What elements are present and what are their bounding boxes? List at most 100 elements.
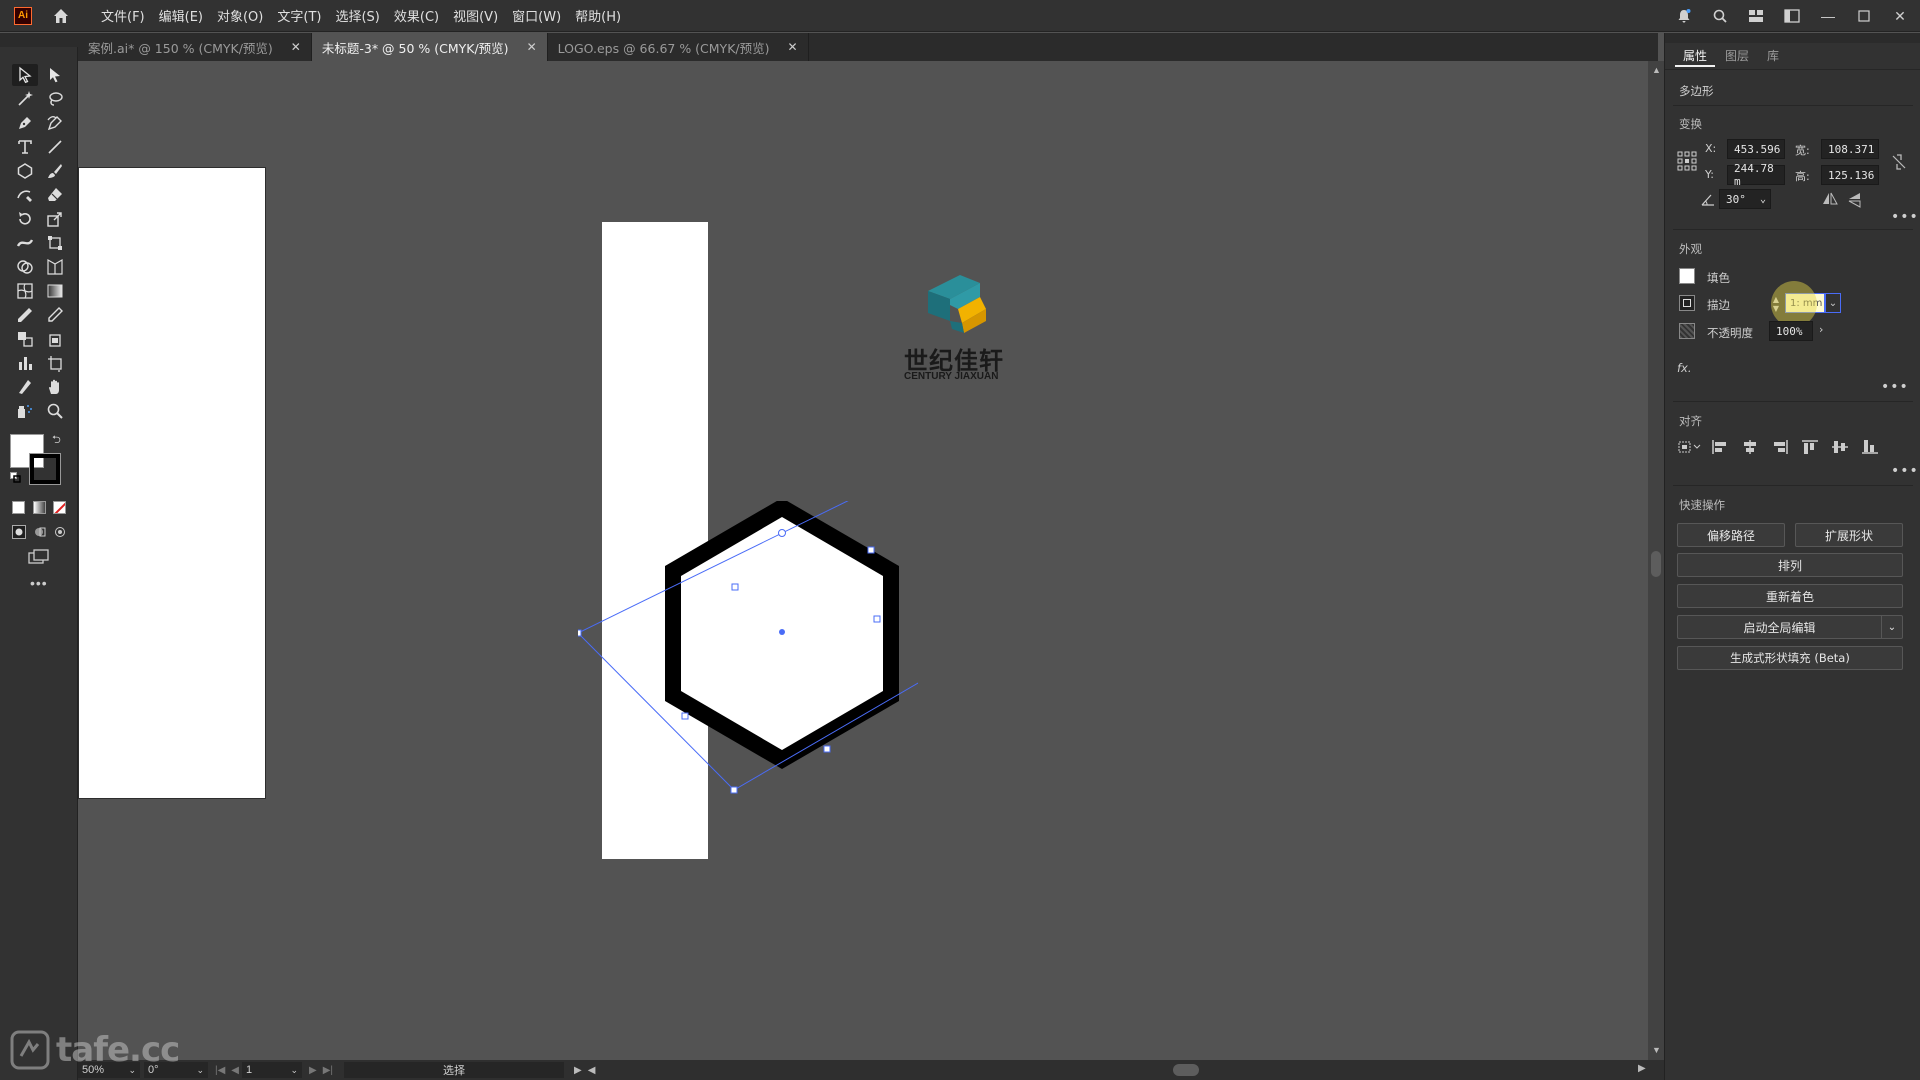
pen-tool-icon[interactable] — [12, 112, 38, 134]
symbol-sprayer-tool-icon[interactable] — [12, 400, 38, 422]
magic-wand-tool-icon[interactable] — [12, 88, 38, 110]
transform-more-icon[interactable]: ••• — [1891, 209, 1919, 225]
tab-logo-eps[interactable]: LOGO.eps @ 66.67 % (CMYK/预览) ✕ — [548, 33, 809, 61]
tab-close-icon[interactable]: ✕ — [787, 40, 797, 54]
rotation-angle-field[interactable]: 30° ⌄ — [1719, 189, 1771, 209]
column-graph-tool-icon[interactable] — [12, 352, 38, 374]
align-horizontal-center-icon[interactable] — [1741, 439, 1759, 455]
reference-point-icon[interactable] — [1677, 151, 1697, 171]
last-artboard-icon[interactable]: ▶| — [323, 1065, 333, 1076]
scale-tool-icon[interactable] — [42, 208, 68, 230]
scroll-right-icon[interactable]: ▶ — [1638, 1063, 1646, 1074]
shaper-tool-icon[interactable] — [12, 184, 38, 206]
height-field[interactable]: 125.136 — [1821, 165, 1879, 185]
recolor-button[interactable]: 重新着色 — [1677, 584, 1903, 608]
tab-case-ai[interactable]: 案例.ai* @ 150 % (CMYK/预览) ✕ — [78, 33, 312, 61]
y-field[interactable]: 244.78 m — [1727, 162, 1785, 188]
vertical-scrollbar[interactable]: ▲ ▼ — [1648, 61, 1664, 1060]
eyedropper-tool-icon[interactable] — [12, 304, 38, 326]
tab-libraries[interactable]: 库 — [1759, 45, 1787, 67]
zoom-tool-icon[interactable] — [42, 400, 68, 422]
toolbar-grip[interactable] — [0, 33, 78, 47]
tool-status[interactable]: 选择 — [344, 1062, 564, 1078]
width-field[interactable]: 108.371 — [1821, 139, 1879, 159]
first-artboard-icon[interactable]: |◀ — [215, 1065, 225, 1076]
scroll-up-icon[interactable]: ▲ — [1652, 65, 1661, 75]
align-right-icon[interactable] — [1771, 439, 1789, 455]
shape-builder-tool-icon[interactable] — [12, 256, 38, 278]
artboard-tool-icon[interactable] — [42, 352, 68, 374]
screen-mode-icon[interactable] — [28, 549, 50, 565]
maximize-icon[interactable] — [1854, 6, 1874, 26]
scroll-down-icon[interactable]: ▼ — [1652, 1045, 1661, 1055]
gradient-tool-icon[interactable] — [42, 280, 68, 302]
align-to-selection-icon[interactable] — [1677, 439, 1703, 455]
fill-color-swatch[interactable] — [1679, 268, 1695, 284]
global-edit-button[interactable]: 启动全局编辑 — [1677, 615, 1881, 639]
scroll-left-icon[interactable]: ◀ — [588, 1065, 596, 1076]
color-mode-icon[interactable] — [12, 501, 25, 514]
curvature-tool-icon[interactable] — [42, 112, 68, 134]
arrange-documents-icon[interactable] — [1782, 6, 1802, 26]
align-bottom-icon[interactable] — [1861, 439, 1879, 455]
swap-fill-stroke-icon[interactable]: ⮌ — [52, 431, 61, 450]
width-tool-icon[interactable] — [12, 232, 38, 254]
tab-close-icon[interactable]: ✕ — [527, 40, 537, 54]
horizontal-scroll-thumb[interactable] — [1173, 1064, 1199, 1076]
opacity-more-icon[interactable]: › — [1819, 323, 1823, 336]
menu-select[interactable]: 选择(S) — [328, 2, 386, 29]
flip-vertical-icon[interactable] — [1847, 191, 1863, 209]
none-mode-icon[interactable] — [53, 501, 66, 514]
align-top-icon[interactable] — [1801, 439, 1819, 455]
artboard-left[interactable] — [78, 167, 266, 799]
tab-layers[interactable]: 图层 — [1717, 45, 1757, 67]
fx-button[interactable]: fx. — [1677, 361, 1692, 375]
polygon-tool-icon[interactable] — [12, 160, 38, 182]
mesh-tool-icon[interactable] — [12, 280, 38, 302]
paintbrush-tool-icon[interactable] — [42, 160, 68, 182]
draw-normal-icon[interactable] — [12, 525, 26, 539]
panel-grip[interactable] — [1665, 33, 1920, 43]
stroke-weight-dropdown-icon[interactable]: ⌄ — [1825, 293, 1841, 313]
lasso-tool-icon[interactable] — [42, 88, 68, 110]
tab-untitled-3[interactable]: 未标题-3* @ 50 % (CMYK/预览) ✕ — [311, 33, 548, 61]
expand-shape-button[interactable]: 扩展形状 — [1795, 523, 1903, 547]
hand-tool-icon[interactable] — [42, 376, 68, 398]
selected-hexagon[interactable] — [578, 501, 918, 801]
edit-toolbar-icon[interactable]: ••• — [30, 575, 48, 591]
menu-effect[interactable]: 效果(C) — [387, 2, 446, 29]
line-segment-tool-icon[interactable] — [42, 136, 68, 158]
blend-tool-icon[interactable] — [12, 328, 38, 350]
live-paint-bucket-tool-icon[interactable] — [42, 328, 68, 350]
search-icon[interactable] — [1710, 6, 1730, 26]
stroke-swatch[interactable] — [29, 453, 61, 485]
status-menu-icon[interactable]: ▶ — [574, 1065, 582, 1076]
menu-window[interactable]: 窗口(W) — [505, 2, 568, 29]
company-logo[interactable]: 世纪佳轩 CENTURY JIAXUAN — [898, 269, 1008, 389]
perspective-grid-tool-icon[interactable] — [42, 256, 68, 278]
align-left-icon[interactable] — [1711, 439, 1729, 455]
offset-path-button[interactable]: 偏移路径 — [1677, 523, 1785, 547]
minimize-icon[interactable]: — — [1818, 6, 1838, 26]
menu-type[interactable]: 文字(T) — [270, 2, 328, 29]
global-edit-dropdown-icon[interactable]: ⌄ — [1881, 615, 1903, 639]
type-tool-icon[interactable] — [12, 136, 38, 158]
home-icon[interactable] — [50, 5, 72, 27]
vertical-scroll-thumb[interactable] — [1651, 551, 1661, 577]
opacity-field[interactable]: 100% — [1769, 321, 1813, 341]
menu-view[interactable]: 视图(V) — [446, 2, 505, 29]
menu-help[interactable]: 帮助(H) — [568, 2, 628, 29]
menu-object[interactable]: 对象(O) — [210, 2, 270, 29]
tab-properties[interactable]: 属性 — [1675, 45, 1716, 67]
align-vertical-center-icon[interactable] — [1831, 439, 1849, 455]
generative-fill-button[interactable]: 生成式形状填充 (Beta) — [1677, 646, 1903, 670]
free-transform-tool-icon[interactable] — [42, 232, 68, 254]
menu-file[interactable]: 文件(F) — [94, 2, 152, 29]
canvas[interactable]: 世纪佳轩 CENTURY JIAXUAN — [78, 61, 1648, 1060]
artboard-select[interactable]: 1 ⌄ — [242, 1062, 302, 1078]
eraser-tool-icon[interactable] — [42, 184, 68, 206]
rotate-tool-icon[interactable] — [12, 208, 38, 230]
arrange-button[interactable]: 排列 — [1677, 553, 1903, 577]
previous-artboard-icon[interactable]: ◀ — [231, 1065, 239, 1076]
selection-tool-icon[interactable] — [12, 64, 38, 86]
